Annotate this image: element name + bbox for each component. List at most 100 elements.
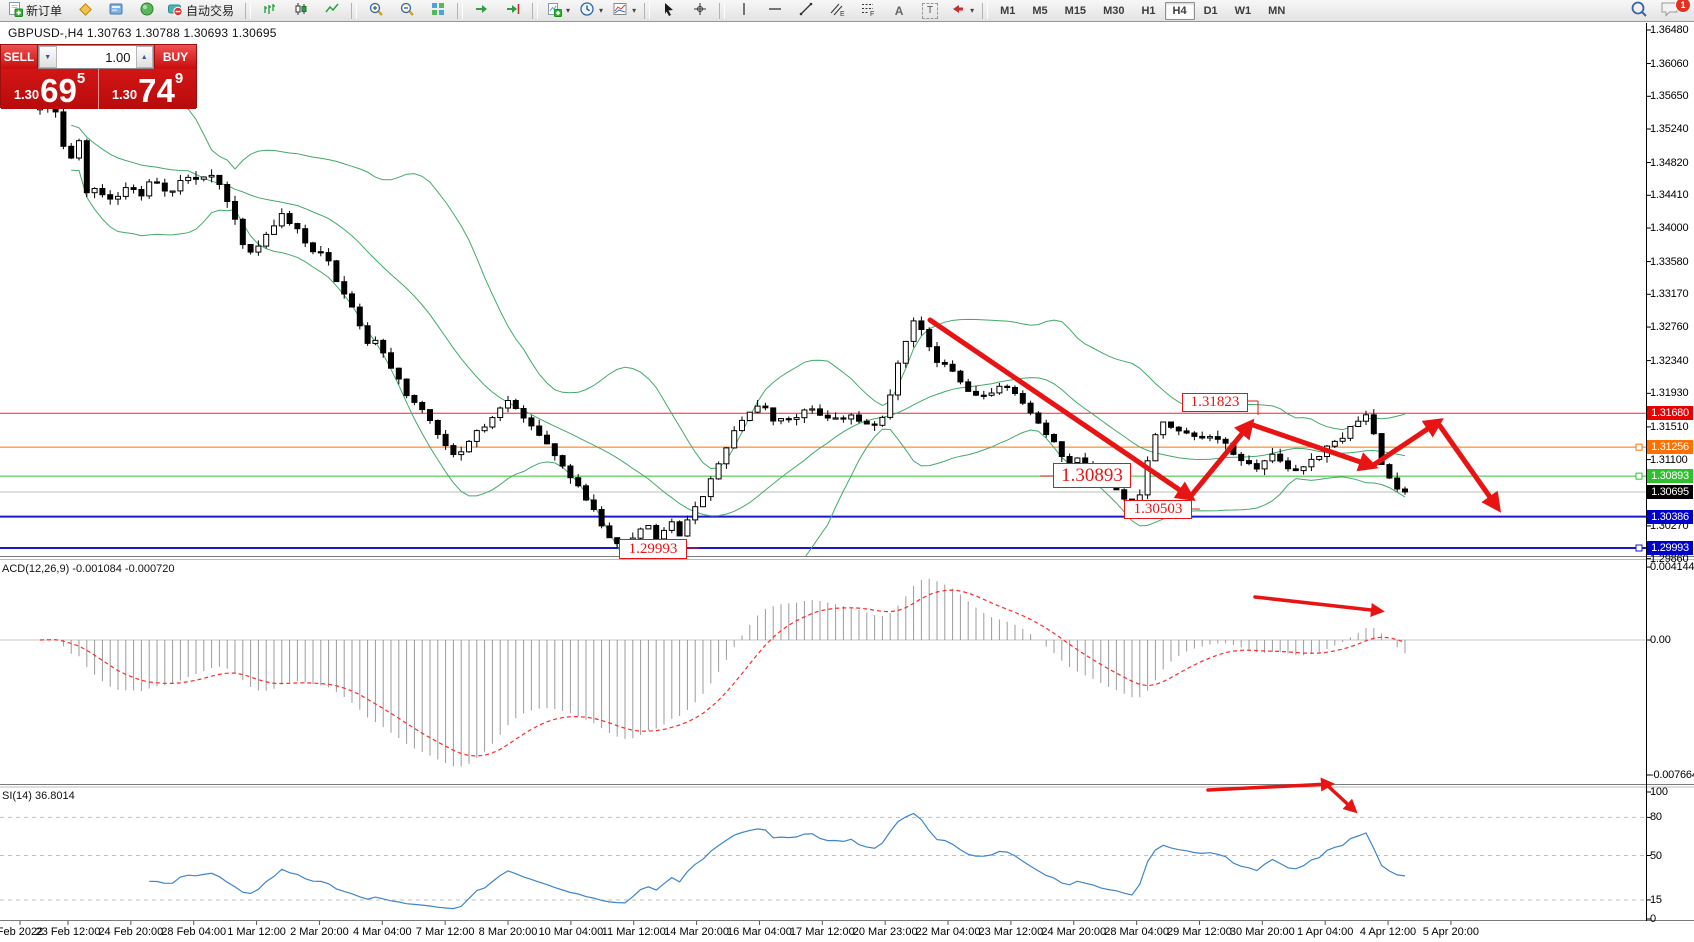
buy-button[interactable]: BUY [154, 45, 196, 69]
date-label: 2 Mar 20:00 [290, 926, 349, 938]
svg-text:E: E [840, 11, 845, 17]
timeframe-w1[interactable]: W1 [1227, 2, 1260, 20]
arrows-tool-button[interactable]: ▾ [946, 0, 978, 22]
macd-trend-arrow[interactable] [1255, 597, 1380, 611]
trend-arrow[interactable] [1440, 426, 1497, 507]
rsi-trend-arrow[interactable] [1328, 786, 1354, 810]
templates-button[interactable]: ▾ [608, 0, 640, 22]
candle-body [654, 526, 659, 539]
sell-price-big: 69 [40, 76, 77, 106]
equidistant-channel-tool-button[interactable]: E [822, 0, 852, 22]
date-label: 14 Mar 20:00 [664, 926, 729, 938]
candle-body [1293, 469, 1298, 471]
buy-price[interactable]: 1.30 74 9 [99, 69, 196, 109]
volume-input[interactable] [57, 46, 136, 68]
candle-body [1247, 461, 1252, 464]
volume-down-button[interactable]: ▼ [39, 46, 57, 68]
candle-body [373, 340, 378, 343]
crosshair-tool-button[interactable] [685, 0, 715, 22]
bar-chart-button[interactable] [255, 0, 285, 22]
candle-body [498, 408, 503, 418]
data-window-button[interactable] [101, 0, 131, 22]
navigator-button[interactable] [132, 0, 162, 22]
candle-body [1028, 403, 1033, 413]
zoom-out-button[interactable] [392, 0, 422, 22]
sell-price[interactable]: 1.30 69 5 [1, 69, 99, 109]
price-axis-tick: 1.33580 [1650, 256, 1694, 268]
timeframe-m1[interactable]: M1 [992, 2, 1023, 20]
candle-body [381, 340, 386, 353]
timeframe-m15[interactable]: M15 [1057, 2, 1094, 20]
timeframe-m5[interactable]: M5 [1024, 2, 1055, 20]
search-button[interactable] [1624, 0, 1654, 22]
tile-windows-button[interactable] [423, 0, 453, 22]
market-watch-button[interactable] [70, 0, 100, 22]
timeframe-mn[interactable]: MN [1260, 2, 1293, 20]
text-tool-button[interactable]: A [884, 0, 914, 22]
chart-price-label-1.30893[interactable]: 1.30893 [1053, 463, 1131, 488]
macd-axis-tick: 0.004144 [1650, 561, 1694, 573]
chart-price-label-1.30503[interactable]: 1.30503 [1124, 500, 1192, 519]
line-chart-button[interactable] [317, 0, 347, 22]
auto-trading-icon [167, 1, 183, 20]
horizontal-line-tool-button[interactable] [760, 0, 790, 22]
candle-body [201, 177, 206, 179]
candle-body [997, 386, 1002, 393]
candle-body [560, 456, 565, 466]
candle-body [233, 202, 238, 220]
trendline-tool-button[interactable] [791, 0, 821, 22]
date-label: 20 Mar 23:00 [853, 926, 918, 938]
line-handle[interactable] [1636, 473, 1642, 479]
timeframe-h4[interactable]: H4 [1165, 2, 1195, 20]
timeframe-d1[interactable]: D1 [1196, 2, 1226, 20]
candle-body [451, 446, 456, 455]
candle-body [69, 146, 74, 158]
candle-body [194, 177, 199, 179]
candlestick-chart-button[interactable] [286, 0, 316, 22]
candle-body [1395, 478, 1400, 489]
line-handle[interactable] [1636, 545, 1642, 551]
candle-body [1254, 464, 1259, 469]
candle-body [92, 189, 97, 193]
bollinger-bands[interactable] [71, 77, 1405, 591]
timeframe-h1[interactable]: H1 [1133, 2, 1163, 20]
candle-body [420, 403, 425, 410]
trend-annotations[interactable] [685, 320, 1497, 810]
candle-body [849, 415, 854, 419]
cursor-tool-button[interactable] [654, 0, 684, 22]
date-label: 24 Feb 20:00 [98, 926, 163, 938]
new-order-button[interactable]: 新订单 [3, 0, 69, 22]
volume-spinner: ▼ ▲ [38, 45, 154, 69]
candle-body [833, 418, 838, 419]
sell-button[interactable]: SELL [1, 45, 38, 69]
candle-body [77, 141, 82, 158]
price-axis-tick: 1.31100 [1650, 454, 1694, 466]
line-handle[interactable] [1636, 444, 1642, 450]
vertical-line-tool-button[interactable] [729, 0, 759, 22]
chart-price-label-1.29993[interactable]: 1.29993 [619, 539, 687, 559]
auto-scroll-button[interactable] [467, 0, 497, 22]
candle-body [724, 448, 729, 464]
add-indicator-button[interactable]: ▾ [542, 0, 574, 22]
zoom-in-button[interactable] [361, 0, 391, 22]
chart-shift-button[interactable] [498, 0, 528, 22]
arrow-shape-icon [950, 1, 966, 20]
candle-body [1332, 441, 1337, 446]
chart-price-label-1.31823[interactable]: 1.31823 [1182, 393, 1248, 412]
candle-body [552, 444, 557, 456]
candle-body [443, 434, 448, 445]
candle-body [521, 409, 526, 419]
candle-body [732, 431, 737, 448]
notifications-button[interactable]: 1 [1655, 0, 1685, 22]
fibonacci-tool-button[interactable]: F [853, 0, 883, 22]
text-label-tool-button[interactable]: T [915, 0, 945, 22]
volume-up-button[interactable]: ▲ [136, 46, 154, 68]
macd-signal-line [40, 590, 1405, 756]
candle-body [857, 415, 862, 421]
candle-body [1020, 394, 1025, 404]
timeframe-m30[interactable]: M30 [1095, 2, 1132, 20]
periods-button[interactable]: ▾ [575, 0, 607, 22]
date-label: 1 Apr 04:00 [1297, 926, 1353, 938]
auto-trading-button[interactable]: 自动交易 [163, 0, 241, 22]
candle-body [365, 326, 370, 344]
